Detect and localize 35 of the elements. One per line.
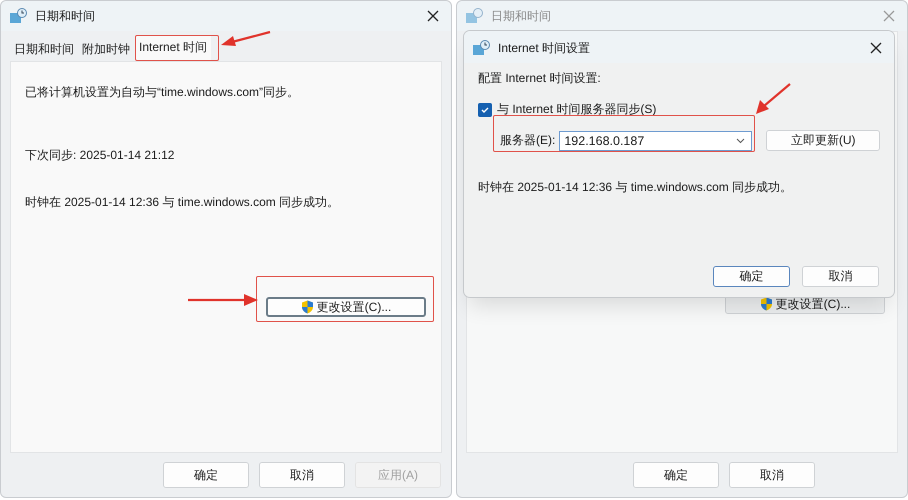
tab[interactable]: 附加时钟 <box>79 38 133 61</box>
info-text: 已将计算机设置为自动与“time.windows.com”同步。 <box>25 84 300 101</box>
clock-icon <box>9 8 27 24</box>
dialog-button[interactable]: 确定 <box>163 462 249 488</box>
close-icon[interactable] <box>427 10 439 22</box>
status-text: 时钟在 2025-01-14 12:36 与 time.windows.com 同步成功。 <box>478 179 794 196</box>
dialog-button[interactable]: 确定 <box>713 266 790 287</box>
shield-icon <box>300 300 314 314</box>
sync-checkbox[interactable] <box>478 102 492 116</box>
close-icon[interactable] <box>870 42 882 54</box>
tab[interactable]: 日期和时间 <box>11 38 77 61</box>
checkmark-icon <box>480 104 490 114</box>
dialog-button[interactable]: 取消 <box>802 266 879 287</box>
info-text: 时钟在 2025-01-14 12:36 与 time.windows.com 同步成功。 <box>25 194 340 211</box>
dropdown-icon <box>736 138 746 144</box>
clock-icon <box>472 40 490 56</box>
shield-icon <box>760 297 773 311</box>
tab[interactable]: Internet 时间 <box>135 35 212 61</box>
dialog-button[interactable]: 取消 <box>259 462 345 488</box>
dialog-button[interactable]: 取消 <box>729 462 815 488</box>
clock-icon <box>465 8 483 24</box>
update-now-button[interactable]: 立即更新(U) <box>766 130 880 151</box>
window-title: 日期和时间 <box>35 8 96 24</box>
annotation-arrow <box>221 30 270 46</box>
checkbox-label: 与 Internet 时间服务器同步(S) <box>497 101 656 118</box>
server-label: 服务器(E): <box>500 132 556 149</box>
window-title: 日期和时间 <box>491 8 552 24</box>
dialog-button[interactable]: 确定 <box>633 462 719 488</box>
change-settings-button[interactable]: 更改设置(C)... <box>266 297 426 317</box>
window-title: Internet 时间设置 <box>498 40 592 56</box>
section-heading: 配置 Internet 时间设置: <box>478 70 602 87</box>
server-combo-box[interactable]: 192.168.0.187 <box>559 130 752 150</box>
info-text: 下次同步: 2025-01-14 21:12 <box>25 147 176 164</box>
annotation-arrow <box>756 83 791 114</box>
annotation-arrow <box>188 294 258 306</box>
